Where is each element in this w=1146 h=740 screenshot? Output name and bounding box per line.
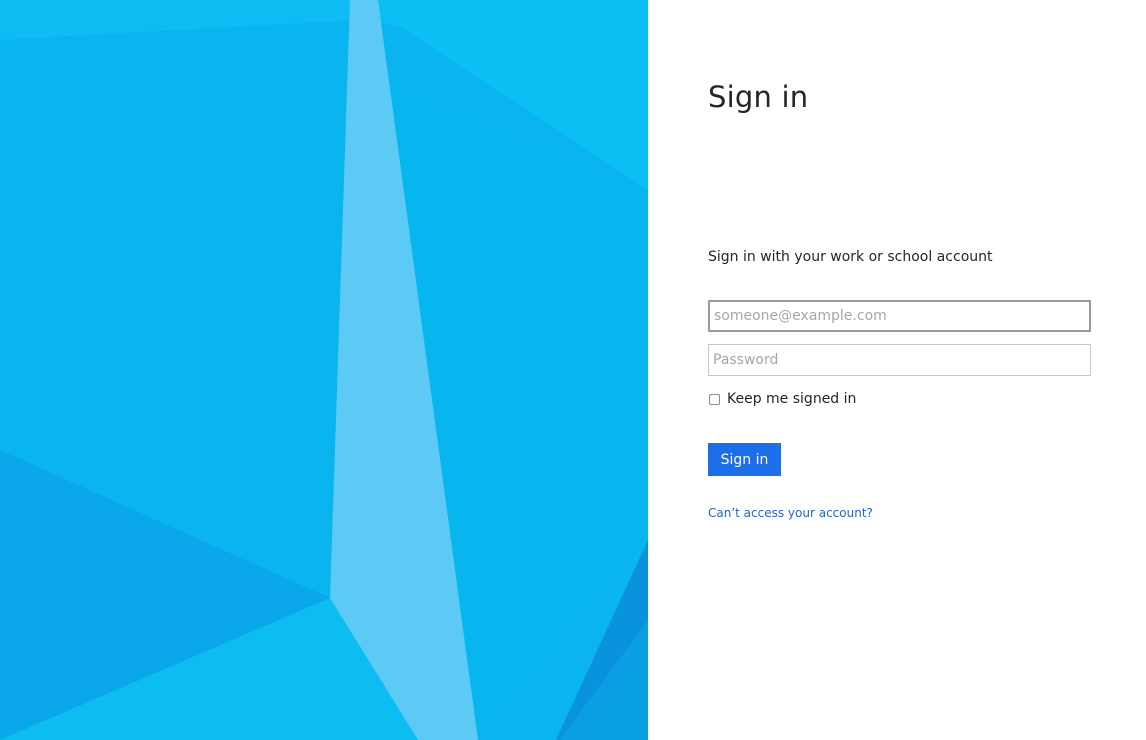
password-input[interactable] bbox=[708, 344, 1091, 376]
sign-in-button[interactable]: Sign in bbox=[708, 443, 781, 476]
sign-in-panel: Sign in Sign in with your work or school… bbox=[648, 0, 1146, 740]
email-input[interactable] bbox=[708, 300, 1091, 332]
keep-signed-in-label[interactable]: Keep me signed in bbox=[727, 391, 856, 407]
cant-access-account-link[interactable]: Can’t access your account? bbox=[708, 506, 873, 520]
keep-signed-in-row[interactable]: Keep me signed in bbox=[708, 389, 856, 409]
sign-in-page: Sign in Sign in with your work or school… bbox=[0, 0, 1146, 740]
background-illustration bbox=[0, 0, 648, 740]
sign-in-subtitle: Sign in with your work or school account bbox=[708, 249, 993, 265]
geometric-background-art bbox=[0, 0, 648, 740]
page-title: Sign in bbox=[708, 80, 809, 114]
keep-signed-in-checkbox[interactable] bbox=[709, 393, 720, 405]
